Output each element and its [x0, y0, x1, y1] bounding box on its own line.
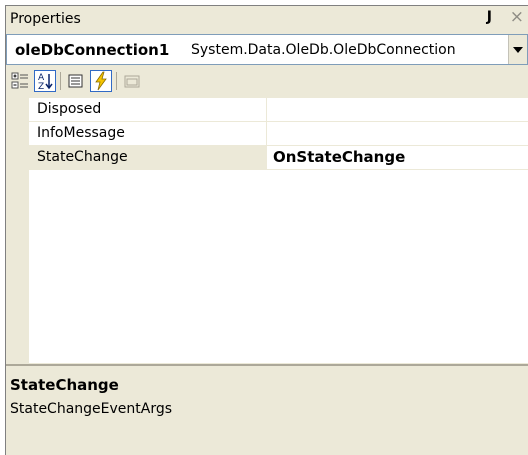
alphabetical-icon: A Z — [38, 73, 53, 92]
description-text: StateChangeEventArgs — [10, 401, 173, 417]
categorized-button[interactable] — [9, 70, 31, 92]
panel-title: Properties — [10, 11, 81, 27]
description-title: StateChange — [10, 376, 119, 394]
object-selector[interactable]: oleDbConnection1 System.Data.OleDb.OleDb… — [6, 34, 528, 65]
properties-icon — [68, 74, 83, 88]
chevron-down-icon[interactable] — [508, 35, 527, 64]
grid-margin — [6, 98, 29, 363]
event-row-disposed[interactable]: Disposed — [29, 98, 528, 122]
property-pages-icon — [124, 75, 140, 88]
object-type: System.Data.OleDb.OleDbConnection — [191, 42, 456, 58]
events-button[interactable] — [90, 70, 112, 92]
categorized-icon — [11, 72, 28, 89]
property-pages-button[interactable] — [121, 70, 143, 92]
close-icon[interactable]: × — [510, 7, 524, 27]
event-row-infomessage[interactable]: InfoMessage — [29, 122, 528, 146]
title-bar: Properties J × — [6, 6, 528, 33]
event-row-statechange[interactable]: StateChange OnStateChange — [29, 146, 528, 170]
description-pane: StateChange StateChangeEventArgs — [6, 364, 528, 455]
toolbar-separator — [116, 72, 117, 90]
event-name: StateChange — [37, 149, 128, 165]
properties-button[interactable] — [65, 70, 87, 92]
toolbar-separator — [60, 72, 61, 90]
event-name: InfoMessage — [37, 125, 125, 141]
properties-window: Properties J × oleDbConnection1 System.D… — [5, 5, 528, 455]
svg-text:Z: Z — [38, 82, 44, 91]
property-grid: Disposed InfoMessage StateChange OnState… — [6, 98, 528, 363]
toolbar: A Z — [6, 66, 528, 98]
event-value: OnStateChange — [273, 148, 406, 166]
object-name: oleDbConnection1 — [15, 41, 170, 59]
events-icon — [95, 71, 107, 91]
pin-icon[interactable]: J — [487, 9, 492, 25]
alphabetical-button[interactable]: A Z — [34, 70, 56, 92]
event-value-field[interactable] — [266, 98, 528, 121]
event-name: Disposed — [37, 101, 102, 117]
event-value-field[interactable] — [266, 122, 528, 145]
event-value-field[interactable]: OnStateChange — [266, 146, 528, 169]
